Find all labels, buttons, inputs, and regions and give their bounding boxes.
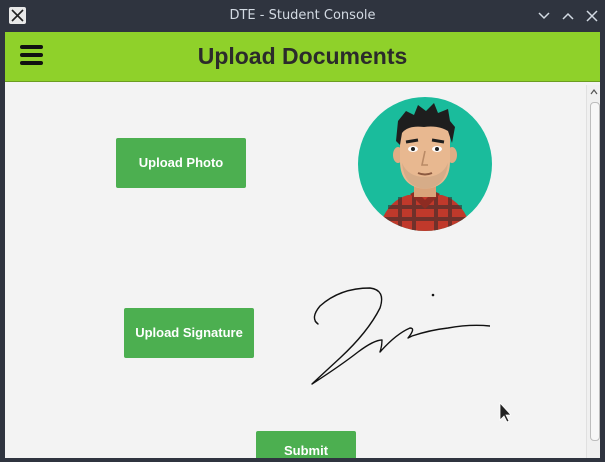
- submit-button[interactable]: Submit: [256, 431, 356, 458]
- app-content: Upload Documents Upload Photo Upload Sig…: [5, 32, 600, 458]
- scrollbar-thumb[interactable]: [590, 102, 600, 441]
- window-title: DTE - Student Console: [229, 8, 376, 23]
- app-header: Upload Documents: [5, 32, 600, 82]
- page-title: Upload Documents: [197, 43, 408, 69]
- minimize-icon[interactable]: [537, 9, 551, 23]
- close-icon[interactable]: [585, 9, 599, 23]
- maximize-icon[interactable]: [561, 9, 575, 23]
- signature-image: [311, 287, 490, 385]
- profile-photo: [358, 97, 492, 231]
- mouse-cursor-icon: [499, 402, 511, 423]
- upload-signature-button[interactable]: Upload Signature: [124, 308, 254, 358]
- scroll-up-icon[interactable]: [590, 88, 598, 96]
- window-titlebar: DTE - Student Console: [0, 0, 605, 32]
- vertical-scrollbar[interactable]: [586, 85, 600, 458]
- upload-photo-button[interactable]: Upload Photo: [116, 138, 246, 188]
